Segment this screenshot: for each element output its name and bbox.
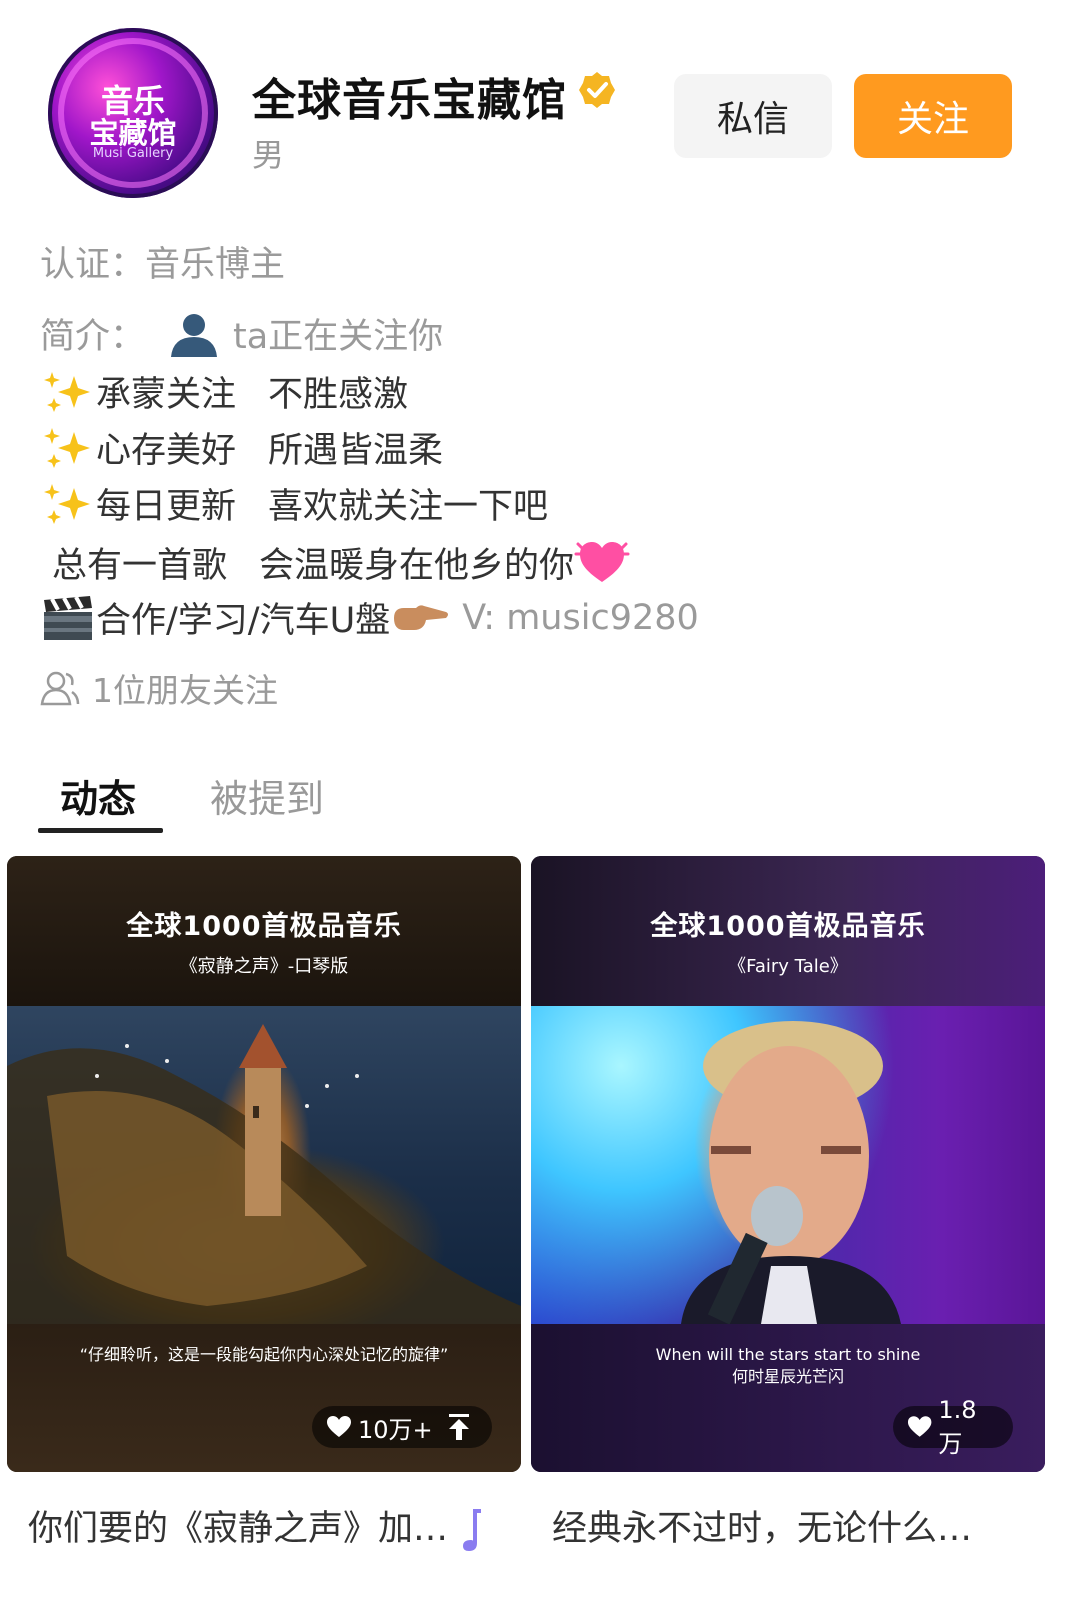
message-button[interactable]: 私信 bbox=[674, 74, 832, 158]
avatar-text-3: Musi Gallery bbox=[92, 146, 174, 161]
contact-wechat-text: V: music9280 bbox=[462, 597, 699, 638]
card-caption-line-1: When will the stars start to shine bbox=[655, 1345, 921, 1364]
bio-line-6b: 会温暖身在他乡的你 bbox=[259, 545, 575, 586]
intro-row: 简介： ta正在关注你 bbox=[40, 308, 443, 359]
heart-icon bbox=[907, 1416, 932, 1437]
bio-line-4: 心存美好 所遇皆温柔 bbox=[40, 422, 443, 473]
profile-name: 全球音乐宝藏馆 bbox=[252, 75, 567, 126]
friends-icon bbox=[40, 671, 80, 706]
bio-line-6a: 总有一首歌 bbox=[52, 545, 228, 586]
certification-row: 认证： 音乐博主 bbox=[40, 236, 285, 287]
card-caption-line-2: 何时星辰光芒闪 bbox=[731, 1367, 844, 1386]
tower-island-illustration bbox=[7, 1024, 521, 1324]
card-subtitle: 《寂静之声》-口琴版 bbox=[179, 956, 349, 977]
gender-label: 男 bbox=[252, 136, 285, 174]
intro-following-text: ta正在关注你 bbox=[233, 317, 444, 357]
card-header-band: 全球1000首极品音乐 《寂静之声》-口琴版 bbox=[7, 856, 521, 1006]
friends-follow-row[interactable]: 1位朋友关注 bbox=[40, 664, 278, 712]
sparkles-icon bbox=[40, 370, 96, 414]
tab-posts[interactable]: 动态 bbox=[60, 768, 136, 823]
bio-line-4a: 心存美好 bbox=[96, 431, 237, 471]
bio-line-5: 每日更新 喜欢就关注一下吧 bbox=[40, 478, 548, 529]
like-count: 1.8万 bbox=[938, 1395, 977, 1458]
sparkles-icon bbox=[40, 482, 96, 526]
bio-line-3a: 承蒙关注 bbox=[96, 375, 237, 415]
card-caption: When will the stars start to shine 何时星辰光… bbox=[531, 1344, 1045, 1388]
heart-icon bbox=[327, 1416, 351, 1437]
post-card[interactable]: 全球1000首极品音乐 《Fairy Tale》 When will the s… bbox=[531, 856, 1045, 1472]
card-headline: 全球1000首极品音乐 bbox=[650, 911, 926, 942]
verified-badge-icon bbox=[579, 72, 615, 108]
post-title[interactable]: 经典永不过时，无论什么… bbox=[552, 1500, 972, 1551]
bio-line-5a: 每日更新 bbox=[96, 487, 237, 527]
card-footer-band: “仔细聆听，这是一段能勾起你内心深处记忆的旋律” 10万+ bbox=[7, 1324, 521, 1472]
card-footer-band: When will the stars start to shine 何时星辰光… bbox=[531, 1324, 1045, 1472]
video-thumbnail[interactable] bbox=[531, 1006, 1045, 1325]
singer-illustration bbox=[681, 1021, 901, 1325]
video-thumbnail[interactable] bbox=[7, 1006, 521, 1324]
post-title-text: 你们要的《寂静之声》加… bbox=[28, 1509, 449, 1549]
person-silhouette-icon bbox=[167, 311, 221, 357]
follow-button[interactable]: 关注 bbox=[854, 74, 1012, 158]
card-subtitle: 《Fairy Tale》 bbox=[728, 956, 848, 977]
like-count: 10万+ bbox=[358, 1415, 433, 1444]
clapper-board-icon bbox=[40, 594, 96, 642]
bio-line-7: 合作/学习/汽车U盤 V: music9280 bbox=[40, 592, 699, 643]
bio-line-4b: 所遇皆温柔 bbox=[268, 431, 444, 471]
tab-mentions[interactable]: 被提到 bbox=[210, 768, 324, 823]
post-card[interactable]: 全球1000首极品音乐 《寂静之声》-口琴版 “仔细聆听，这是一段能勾起你内心深… bbox=[7, 856, 521, 1472]
bio-line-3b: 不胜感激 bbox=[268, 375, 409, 415]
like-count-pill: 1.8万 bbox=[893, 1396, 1013, 1458]
bio-line-5b: 喜欢就关注一下吧 bbox=[268, 487, 549, 527]
beating-heart-icon bbox=[574, 534, 630, 590]
post-title[interactable]: 你们要的《寂静之声》加… bbox=[28, 1500, 485, 1553]
avatar[interactable]: 音乐 宝藏馆 Musi Gallery bbox=[48, 28, 218, 198]
bio-line-7a: 合作/学习/汽车U盤 bbox=[96, 601, 391, 641]
cert-label: 认证： bbox=[40, 245, 146, 285]
card-headline: 全球1000首极品音乐 bbox=[126, 911, 402, 942]
sparkles-icon bbox=[40, 426, 96, 470]
card-caption: “仔细聆听，这是一段能勾起你内心深处记忆的旋律” bbox=[79, 1345, 449, 1364]
cert-value: 音乐博主 bbox=[145, 245, 286, 285]
friends-follow-text: 1位朋友关注 bbox=[92, 671, 278, 710]
bio-line-6: 总有一首歌 会温暖身在他乡的你 bbox=[52, 534, 630, 590]
bio-line-3: 承蒙关注 不胜感激 bbox=[40, 366, 408, 417]
tab-active-indicator bbox=[38, 828, 163, 833]
card-header-band: 全球1000首极品音乐 《Fairy Tale》 bbox=[531, 856, 1045, 1006]
intro-label: 简介： bbox=[40, 317, 146, 357]
music-note-icon bbox=[463, 1509, 482, 1551]
pin-top-icon bbox=[448, 1414, 469, 1440]
pointing-hand-icon bbox=[390, 598, 450, 638]
like-count-pill: 10万+ bbox=[312, 1406, 492, 1448]
